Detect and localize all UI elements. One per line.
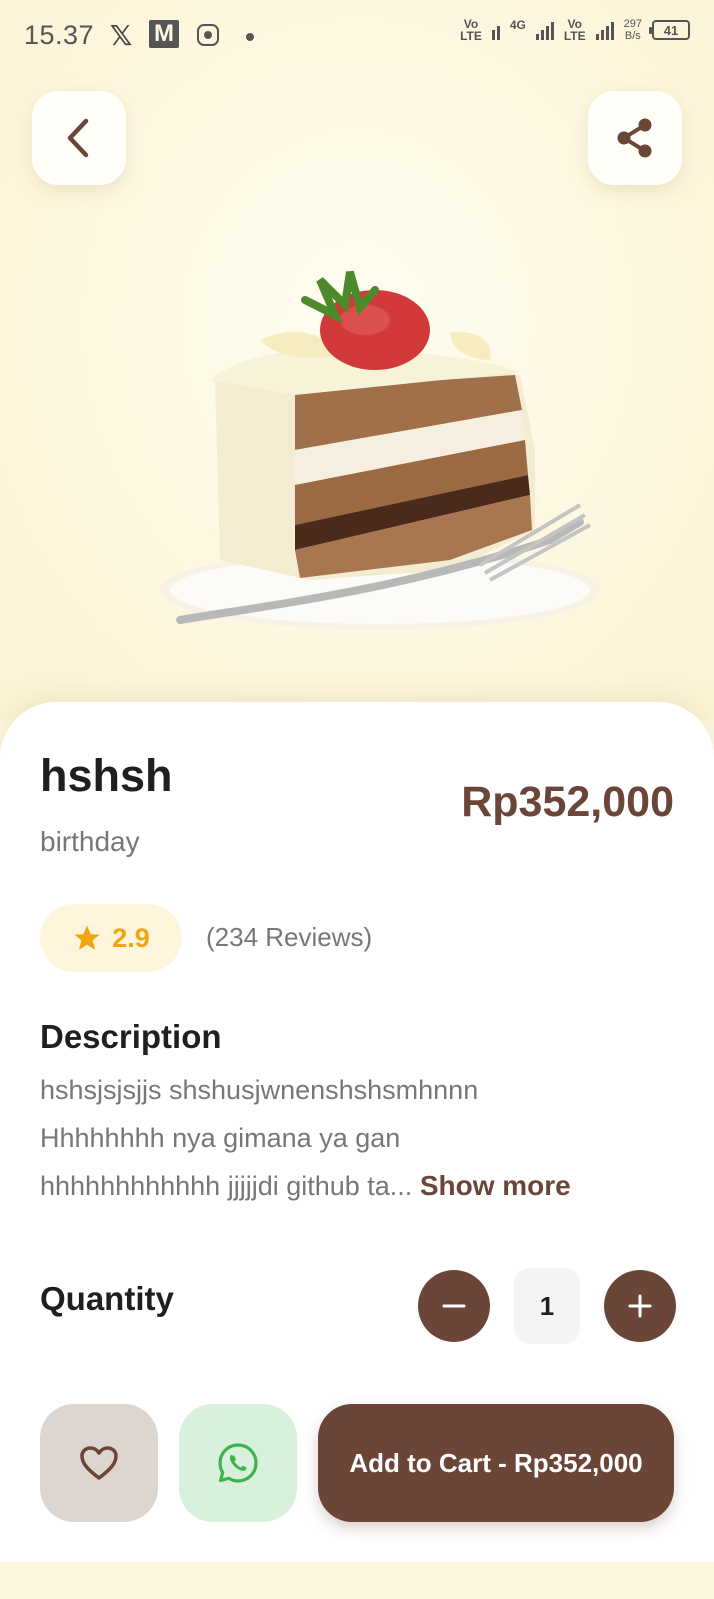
gmail-icon: M <box>149 20 179 48</box>
network-4g-label: 4G <box>509 18 526 32</box>
description-line-3-text: hhhhhhhhhhhh jjjjjdi github ta <box>40 1171 390 1201</box>
add-to-cart-button[interactable]: Add to Cart - Rp352,000 <box>318 1404 674 1522</box>
x-app-icon: 𝕏 <box>109 19 133 51</box>
heart-icon <box>80 1446 118 1480</box>
share-icon <box>617 118 652 158</box>
description-line-3: hhhhhhhhhhhh jjjjjdi github ta... Show m… <box>40 1162 680 1210</box>
speed-value: 297 <box>623 18 642 30</box>
network-speed: 297 B/s <box>624 18 642 42</box>
bottom-strip <box>0 1562 714 1599</box>
status-bar: 15.37 𝕏 M Vo LTE 4G Vo LTE 297 B/s 41 <box>0 0 714 72</box>
back-button[interactable] <box>32 91 126 185</box>
product-category: birthday <box>40 826 140 857</box>
quantity-label: Quantity <box>40 1280 174 1317</box>
description-text: hshsjsjsjjs shshusjwnenshshsmhnnn Hhhhhh… <box>40 1066 680 1210</box>
product-price: Rp352,000 <box>461 778 674 826</box>
description-line-1: hshsjsjsjjs shshusjwnenshshsmhnnn <box>40 1075 479 1105</box>
minus-icon <box>442 1304 466 1308</box>
quantity-value: 1 <box>514 1268 580 1344</box>
battery-icon: 41 <box>649 20 690 40</box>
plus-icon <box>628 1294 652 1318</box>
product-details-sheet: hshsh birthday Rp352,000 2.9 (234 Review… <box>0 702 714 1562</box>
whatsapp-icon <box>218 1443 258 1483</box>
show-more-link[interactable]: Show more <box>420 1170 571 1201</box>
volte-icon-2: Vo LTE <box>563 17 586 43</box>
status-indicators: Vo LTE 4G Vo LTE 297 B/s 41 <box>460 18 690 42</box>
camera-notification-icon <box>197 24 219 46</box>
description-ellipsis: ... <box>389 1171 413 1201</box>
whatsapp-button[interactable] <box>179 1404 297 1522</box>
data-arrows-icon <box>491 20 500 40</box>
back-arrow-icon <box>67 118 89 158</box>
status-time: 15.37 <box>24 20 95 50</box>
favorite-button[interactable] <box>40 1404 158 1522</box>
share-button[interactable] <box>588 91 682 185</box>
product-image <box>160 270 600 630</box>
signal-icon-2 <box>595 20 614 40</box>
signal-icon <box>535 20 554 40</box>
increase-quantity-button[interactable] <box>604 1270 676 1342</box>
star-icon <box>74 925 100 950</box>
speed-unit: B/s <box>624 30 641 42</box>
decrease-quantity-button[interactable] <box>418 1270 490 1342</box>
volte-icon: Vo LTE <box>460 17 482 43</box>
rating-value: 2.9 <box>112 922 150 953</box>
reviews-count[interactable]: (234 Reviews) <box>206 922 372 953</box>
description-line-2: Hhhhhhhh nya gimana ya gan <box>40 1123 401 1153</box>
description-heading: Description <box>40 1018 222 1055</box>
product-name: hshsh <box>40 750 173 801</box>
rating-badge: 2.9 <box>40 904 182 972</box>
more-notifications-icon <box>246 33 254 41</box>
